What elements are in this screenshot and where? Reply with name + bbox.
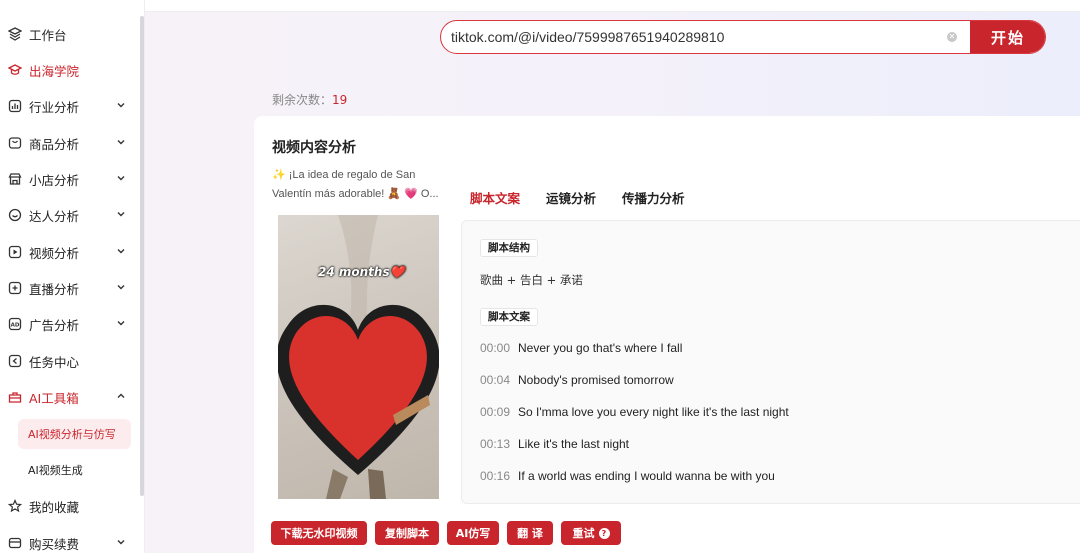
timestamp: 00:09 — [480, 405, 511, 419]
chevron-down-icon — [117, 249, 125, 254]
video-thumbnail[interactable]: 24 months❤️ — [278, 215, 439, 499]
sidebar-item-label: 行业分析 — [29, 99, 80, 115]
sidebar-item-label: 出海学院 — [29, 63, 80, 79]
remaining-label: 剩余次数： — [272, 93, 333, 107]
script-structure-value: 歌曲 + 告白 + 承诺 — [480, 273, 583, 287]
chevron-down-icon — [117, 285, 125, 290]
sidebar-item-creators[interactable]: 达人分析 — [0, 200, 140, 230]
copy-script-button[interactable]: 复制脚本 — [375, 521, 439, 545]
live-stream-icon — [8, 281, 22, 295]
ai-toolbox-icon — [8, 390, 22, 404]
script-structure-tag: 脚本结构 — [480, 239, 538, 257]
sidebar-item-label: 视频分析 — [29, 245, 80, 261]
video-analysis-card: 视频内容分析 ✨ ¡La idea de regalo de San Valen… — [254, 116, 1080, 553]
sidebar-item-purchase[interactable]: 购买续费 — [0, 528, 140, 553]
script-panel: 脚本结构 歌曲 + 告白 + 承诺 脚本文案 00:00 Never you go… — [461, 220, 1080, 504]
sidebar-item-label: 达人分析 — [29, 208, 80, 224]
transcript-text: So I'mma love you every night like it's … — [518, 405, 789, 419]
ad-icon: AD — [8, 317, 22, 331]
sidebar: 工作台 出海学院 行业分析 商品分析 小店分析 达人分析 视频分析 直播分析 A… — [0, 0, 145, 553]
tab-script[interactable]: 脚本文案 — [470, 188, 520, 210]
transcript-text: If a world was ending I would wanna be w… — [518, 469, 775, 483]
svg-text:AD: AD — [11, 322, 20, 328]
sidebar-item-label: 工作台 — [29, 27, 67, 43]
remaining-count: 剩余次数：19 — [272, 91, 347, 108]
tab-camera[interactable]: 运镜分析 — [546, 188, 596, 210]
sidebar-item-label: 我的收藏 — [29, 499, 80, 515]
chevron-down-icon — [117, 176, 125, 181]
ai-rewrite-button[interactable]: AI仿写 — [447, 521, 499, 545]
sidebar-subitem-ai-video-analysis[interactable]: AI视频分析与仿写 — [18, 419, 131, 449]
help-icon[interactable]: ? — [598, 527, 610, 539]
heart-box-image — [278, 215, 439, 499]
industry-chart-icon — [8, 99, 22, 113]
sidebar-item-tasks[interactable]: 任务中心 — [0, 346, 140, 376]
video-play-icon — [8, 245, 22, 259]
sidebar-item-label: 小店分析 — [29, 172, 80, 188]
thumbnail-caption: 24 months❤️ — [318, 265, 405, 279]
top-bar — [145, 0, 1080, 12]
shop-icon — [8, 172, 22, 186]
sidebar-item-ads[interactable]: AD 广告分析 — [0, 309, 140, 339]
sidebar-scrollbar[interactable] — [140, 16, 144, 496]
main-content: ✕ 开始 剩余次数：19 视频内容分析 ✨ ¡La idea de regalo… — [145, 0, 1080, 553]
sidebar-item-videos[interactable]: 视频分析 — [0, 237, 140, 267]
sidebar-item-live[interactable]: 直播分析 — [0, 273, 140, 303]
timestamp: 00:13 — [480, 437, 511, 451]
transcript-text: Never you go that's where I fall — [518, 341, 683, 355]
transcript-text: Like it's the last night — [518, 437, 630, 451]
chevron-down-icon — [117, 140, 125, 145]
chevron-down-icon — [117, 212, 125, 217]
video-url-input[interactable] — [441, 21, 961, 53]
chevron-down-icon — [117, 321, 125, 326]
clear-icon[interactable]: ✕ — [947, 32, 957, 42]
sidebar-item-label: 广告分析 — [29, 317, 80, 333]
sidebar-item-shops[interactable]: 小店分析 — [0, 164, 140, 194]
sidebar-item-label: 直播分析 — [29, 281, 80, 297]
task-icon — [8, 354, 22, 368]
sidebar-item-industry[interactable]: 行业分析 — [0, 91, 140, 121]
transcript-line: 00:00 Never you go that's where I fall — [480, 340, 682, 356]
analysis-tabs: 脚本文案 运镜分析 传播力分析 — [470, 188, 711, 210]
video-description: ✨ ¡La idea de regalo de San Valentín más… — [272, 169, 439, 200]
wallet-icon — [8, 536, 22, 550]
graduation-cap-icon — [8, 63, 22, 77]
card-title: 视频内容分析 — [272, 140, 356, 156]
sidebar-item-products[interactable]: 商品分析 — [0, 128, 140, 158]
transcript-line: 00:04 Nobody's promised tomorrow — [480, 372, 674, 388]
sidebar-item-workbench[interactable]: 工作台 — [0, 19, 140, 49]
transcript-line: 00:13 Like it's the last night — [480, 436, 629, 452]
transcript-text: Nobody's promised tomorrow — [518, 373, 674, 387]
sidebar-item-label: 任务中心 — [29, 354, 80, 370]
sidebar-item-label: 商品分析 — [29, 136, 80, 152]
workbench-icon — [8, 27, 22, 41]
sidebar-item-label: AI工具箱 — [29, 390, 79, 406]
product-box-icon — [8, 136, 22, 150]
chevron-down-icon — [117, 103, 125, 108]
star-icon — [8, 499, 22, 513]
smile-face-icon — [8, 208, 22, 222]
transcript-line: 00:16 If a world was ending I would wanna… — [480, 468, 775, 484]
retry-label: 重试 — [572, 527, 595, 540]
translate-button[interactable]: 翻 译 — [507, 521, 553, 545]
remaining-value: 19 — [332, 93, 348, 107]
sidebar-item-ai-toolbox[interactable]: AI工具箱 — [0, 382, 140, 412]
timestamp: 00:00 — [480, 341, 511, 355]
sidebar-item-academy[interactable]: 出海学院 — [0, 55, 140, 85]
download-no-watermark-button[interactable]: 下载无水印视频 — [271, 521, 367, 545]
transcript-line: 00:09 So I'mma love you every night like … — [480, 404, 789, 420]
chevron-down-icon — [117, 540, 125, 545]
sidebar-subitem-ai-video-generation[interactable]: AI视频生成 — [18, 455, 131, 485]
script-text-tag: 脚本文案 — [480, 308, 538, 326]
retry-button[interactable]: 重试? — [561, 521, 621, 545]
timestamp: 00:04 — [480, 373, 511, 387]
sidebar-item-favorites[interactable]: 我的收藏 — [0, 491, 140, 521]
start-button[interactable]: 开始 — [970, 21, 1045, 53]
sidebar-item-label: 购买续费 — [29, 536, 80, 552]
tab-virality[interactable]: 传播力分析 — [622, 188, 685, 210]
timestamp: 00:16 — [480, 469, 511, 483]
url-search-bar: ✕ 开始 — [440, 20, 1046, 54]
chevron-up-icon — [117, 393, 125, 398]
